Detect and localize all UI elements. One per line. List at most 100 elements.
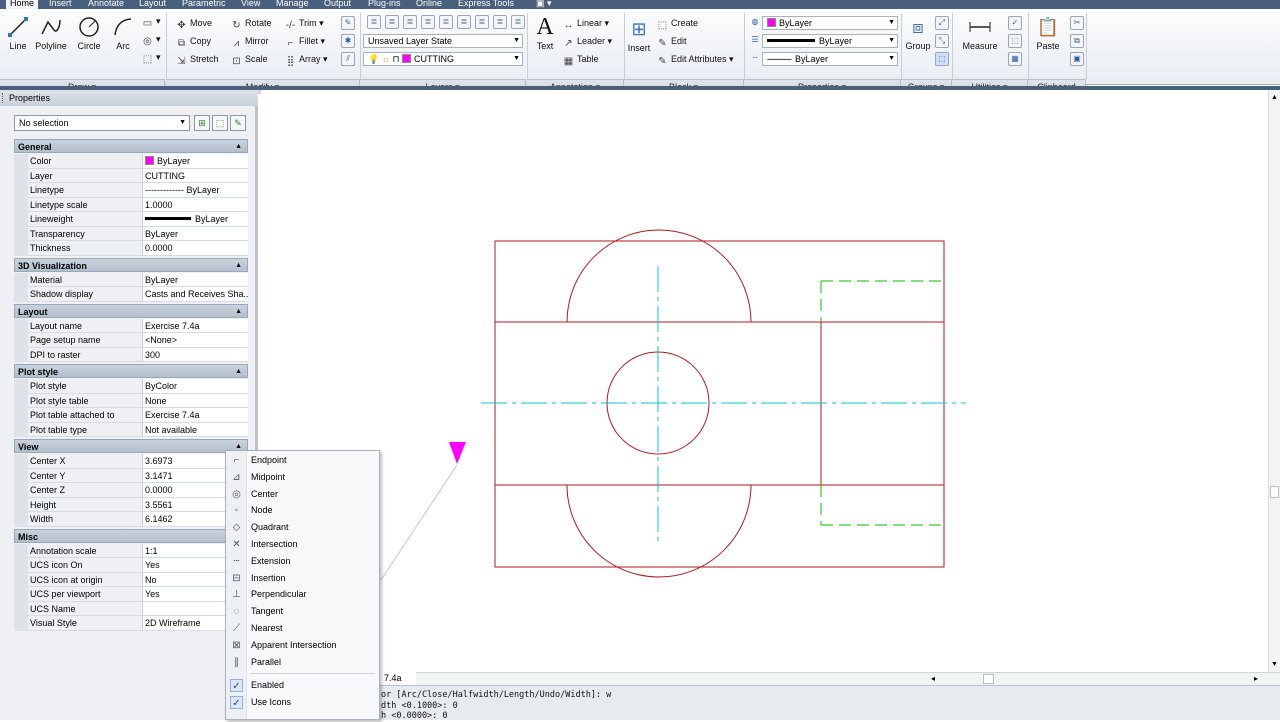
horizontal-scroll-thumb[interactable]: [983, 674, 994, 684]
edit-attributes-button[interactable]: ✎ Edit Attributes ▾: [657, 51, 733, 67]
copy-clip-icon[interactable]: ⧉: [1070, 34, 1084, 48]
property-row[interactable]: Height 3.5561: [28, 497, 248, 512]
property-value[interactable]: ByLayer: [142, 154, 248, 169]
selection-dropdown[interactable]: No selection ▼: [14, 115, 190, 131]
copy-button[interactable]: ⧉ Copy: [176, 33, 211, 49]
property-row[interactable]: Shadow display Casts and Receives Sha...: [28, 287, 248, 302]
hatch-icon[interactable]: ◎ ▾: [142, 31, 160, 47]
snap-item-parallel[interactable]: ∥ Parallel: [226, 654, 379, 671]
property-row[interactable]: Material ByLayer: [28, 272, 248, 287]
line-button[interactable]: Line: [4, 15, 32, 51]
quick-select-icon[interactable]: ✎: [230, 115, 246, 131]
property-row[interactable]: Center Z 0.0000: [28, 483, 248, 498]
calculator-icon[interactable]: ▦: [1008, 52, 1022, 66]
property-row[interactable]: UCS Name: [28, 601, 248, 616]
layer-icon[interactable]: ≣: [439, 15, 453, 29]
property-value[interactable]: ByLayer: [142, 272, 248, 287]
snap-item-tangent[interactable]: ◌ Tangent: [226, 603, 379, 620]
property-row[interactable]: UCS icon at origin No: [28, 572, 248, 587]
snap-item-extension[interactable]: ┄ Extension: [226, 553, 379, 570]
snap-item-insertion[interactable]: ⊟ Insertion: [226, 570, 379, 587]
edit-block-button[interactable]: ✎ Edit: [657, 33, 686, 49]
camera-icon[interactable]: ▣ ▾: [536, 0, 552, 9]
property-value[interactable]: 300: [142, 347, 248, 362]
match-properties-icon[interactable]: ▣: [1070, 52, 1084, 66]
mirror-button[interactable]: ⩘ Mirror: [231, 33, 269, 49]
vertical-scroll-thumb[interactable]: [1270, 486, 1279, 498]
tab-express-tools[interactable]: Express Tools: [458, 0, 514, 8]
group-selection-icon[interactable]: ⬚: [935, 52, 949, 66]
select-all-icon[interactable]: ⬚: [1008, 34, 1022, 48]
group-edit-icon[interactable]: ⤡: [935, 34, 949, 48]
cut-icon[interactable]: ✂: [1070, 16, 1084, 30]
property-row[interactable]: UCS icon On Yes: [28, 558, 248, 573]
collapse-icon[interactable]: ▲: [235, 259, 242, 273]
tab-home[interactable]: Home: [6, 0, 39, 9]
layer-icon[interactable]: ≣: [421, 15, 435, 29]
property-row[interactable]: Color ByLayer: [28, 154, 248, 169]
property-value[interactable]: Casts and Receives Sha...: [142, 287, 248, 302]
layer-icon[interactable]: ≣: [403, 15, 417, 29]
arc-button[interactable]: Arc: [108, 15, 138, 51]
snap-toggle-enabled[interactable]: ✓ Enabled: [226, 677, 379, 694]
property-row[interactable]: Center Y 3.1471: [28, 468, 248, 483]
move-button[interactable]: ✥ Move: [176, 15, 212, 31]
tab-insert[interactable]: Insert: [49, 0, 72, 8]
array-button[interactable]: ⣿ Array ▾: [285, 51, 328, 67]
stretch-button[interactable]: ⇲ Stretch: [176, 51, 218, 67]
snap-item-nearest[interactable]: ⟋ Nearest: [226, 620, 379, 637]
table-button[interactable]: ▦ Table: [563, 51, 599, 67]
measure-button[interactable]: Measure: [960, 15, 1000, 51]
property-value[interactable]: 0.0000: [142, 241, 248, 256]
property-row[interactable]: Plot style table None: [28, 393, 248, 408]
collapse-icon[interactable]: ▲: [235, 365, 242, 379]
fillet-button[interactable]: ⌐ Fillet ▾: [285, 33, 325, 49]
property-row[interactable]: Plot table type Not available: [28, 422, 248, 437]
tab-plugins[interactable]: Plug-ins: [368, 0, 401, 8]
text-button[interactable]: A Text: [531, 14, 559, 52]
property-row[interactable]: Thickness 0.0000: [28, 241, 248, 256]
snap-item-center[interactable]: ◎ Center: [226, 486, 379, 503]
boundary-icon[interactable]: ⬚ ▾: [142, 49, 161, 65]
snap-item-midpoint[interactable]: ⊿ Midpoint: [226, 469, 379, 486]
create-block-button[interactable]: ⬚ Create: [657, 15, 698, 31]
paste-button[interactable]: 📋 Paste: [1033, 15, 1063, 52]
toggle-pickadd-icon[interactable]: ⊞: [194, 115, 210, 131]
property-row[interactable]: DPI to raster 300: [28, 347, 248, 362]
property-row[interactable]: Plot style ByColor: [28, 379, 248, 394]
section-header[interactable]: Plot style ▲: [14, 364, 248, 378]
color-dropdown[interactable]: ByLayer ▼: [762, 16, 898, 30]
lineweight-dropdown[interactable]: ByLayer ▼: [762, 34, 898, 48]
trim-button[interactable]: -/- Trim ▾: [285, 15, 324, 31]
erase-icon[interactable]: ✎: [341, 16, 355, 30]
insert-block-button[interactable]: ⊞ Insert: [625, 17, 653, 54]
property-value[interactable]: ByColor: [142, 379, 248, 394]
tab-online[interactable]: Online: [416, 0, 442, 8]
property-row[interactable]: UCS per viewport Yes: [28, 587, 248, 602]
tab-parametric[interactable]: Parametric: [182, 0, 226, 8]
rectangle-icon[interactable]: ▭ ▾: [142, 13, 161, 29]
property-row[interactable]: Visual Style 2D Wireframe: [28, 616, 248, 631]
layer-icon[interactable]: ≣: [493, 15, 507, 29]
tab-view[interactable]: View: [241, 0, 260, 8]
property-row[interactable]: Linetype scale 1.0000: [28, 197, 248, 212]
property-row[interactable]: Width 6.1462: [28, 512, 248, 527]
leader-button[interactable]: ↗ Leader ▾: [563, 33, 612, 49]
snap-item-perpendicular[interactable]: ⊥ Perpendicular: [226, 586, 379, 603]
section-header[interactable]: Misc▲: [14, 528, 248, 543]
scale-button[interactable]: ⊡ Scale: [231, 51, 267, 67]
tab-manage[interactable]: Manage: [276, 0, 309, 8]
layer-icon[interactable]: ≣: [385, 15, 399, 29]
snap-item-intersection[interactable]: ✕ Intersection: [226, 536, 379, 553]
property-row[interactable]: Layer CUTTING: [28, 168, 248, 183]
explode-icon[interactable]: ✱: [341, 34, 355, 48]
section-header[interactable]: General ▲: [14, 139, 248, 153]
polyline-button[interactable]: Polyline: [32, 15, 70, 51]
select-objects-icon[interactable]: ⬚: [212, 115, 228, 131]
property-row[interactable]: Plot table attached to Exercise 7.4a: [28, 408, 248, 423]
linetype-dropdown[interactable]: ------------ ByLayer ▼: [762, 52, 898, 66]
property-row[interactable]: Page setup name <None>: [28, 333, 248, 348]
collapse-icon[interactable]: ▲: [235, 140, 242, 154]
circle-button[interactable]: Circle: [74, 15, 104, 51]
property-row[interactable]: Annotation scale 1:1: [28, 543, 248, 558]
